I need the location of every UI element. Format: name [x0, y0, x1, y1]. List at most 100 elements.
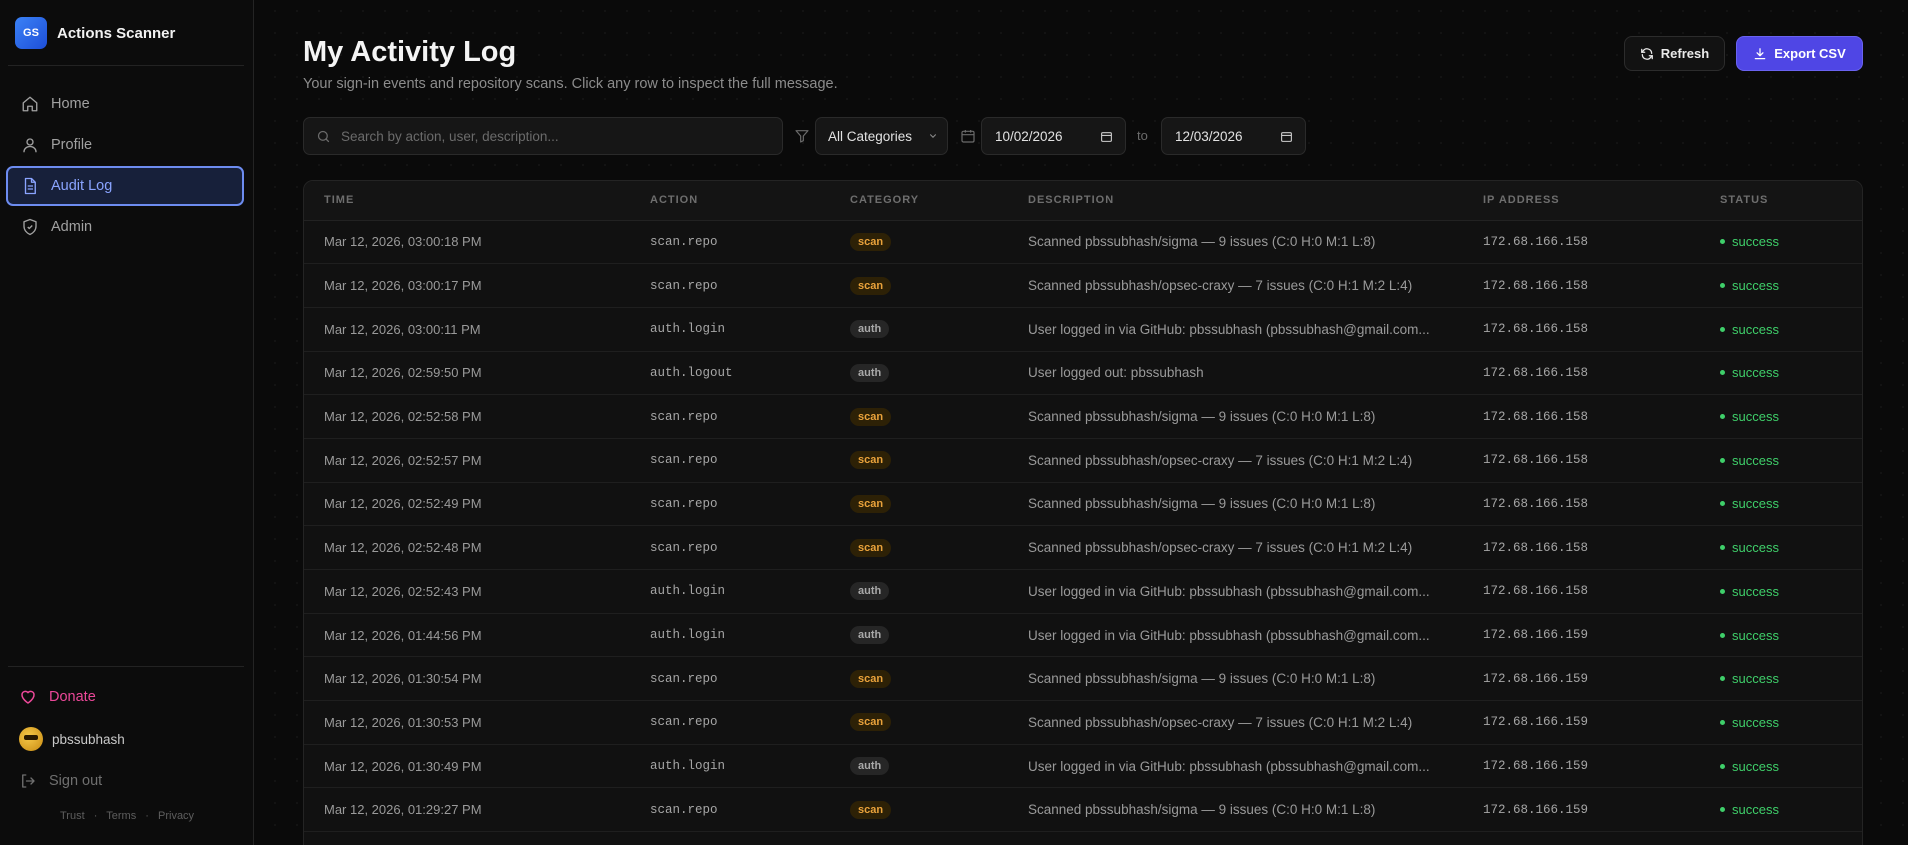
cell-category: scan: [830, 220, 1008, 264]
cell-time: Mar 12, 2026, 03:00:18 PM: [324, 234, 482, 250]
privacy-link[interactable]: Privacy: [158, 810, 194, 822]
shield-icon: [23, 218, 37, 236]
table-row[interactable]: Mar 12, 2026, 03:00:18 PM scan.repo scan Sc…: [304, 220, 1862, 264]
table-row[interactable]: Mar 12, 2026, 02:52:57 PM scan.repo scan Sc…: [304, 438, 1862, 483]
column-header-description[interactable]: DESCRIPTION: [1008, 181, 1463, 221]
cell-time: Mar 12, 2026, 02:59:50 PM: [324, 365, 482, 381]
column-header-category[interactable]: CATEGORY: [830, 181, 1008, 221]
user-profile[interactable]: pbssubhash: [6, 718, 244, 760]
cell-action: scan.repo: [650, 234, 718, 249]
cell-ip-address: 172.68.166.158: [1483, 322, 1589, 337]
column-header-status[interactable]: STATUS: [1700, 181, 1862, 221]
export-csv-button[interactable]: Export CSV: [1736, 36, 1863, 71]
chevron-down-icon: [929, 134, 937, 138]
app-name: Actions Scanner: [57, 24, 176, 42]
table-row[interactable]: Mar 12, 2026, 03:00:17 PM scan.repo scan Sc…: [304, 264, 1862, 308]
terms-link[interactable]: Terms: [106, 810, 136, 822]
status-badge: success: [1720, 584, 1779, 599]
cell-time: Mar 12, 2026, 01:29:27 PM: [324, 802, 482, 818]
cell-ip-address: 172.68.166.158: [1483, 234, 1589, 249]
cell-action: auth.logout: [650, 365, 733, 380]
cell-time: Mar 12, 2026, 03:00:17 PM: [324, 278, 482, 294]
search-input[interactable]: [341, 128, 761, 144]
status-badge: success: [1720, 409, 1779, 424]
cell-category: scan: [830, 701, 1008, 745]
search-box[interactable]: [303, 117, 783, 155]
cell-category: auth: [830, 613, 1008, 657]
column-header-action[interactable]: ACTION: [630, 181, 830, 221]
column-header-ip-address[interactable]: IP ADDRESS: [1463, 181, 1700, 221]
date-range-to-label: to: [1137, 128, 1148, 143]
category-select[interactable]: All Categories: [815, 117, 948, 155]
table-row[interactable]: Mar 12, 2026, 01:30:54 PM scan.repo scan Sc…: [304, 657, 1862, 701]
cell-category: scan: [830, 438, 1008, 482]
cell-category: scan: [830, 395, 1008, 439]
status-badge: success: [1720, 715, 1779, 730]
category-badge: scan: [850, 669, 892, 688]
cell-status: success: [1700, 526, 1862, 570]
calendar-picker-icon[interactable]: [1280, 130, 1293, 143]
cell-ip-address: 172.68.166.158: [1483, 409, 1589, 424]
cell-category: auth: [830, 570, 1008, 614]
column-header-time[interactable]: TIME: [304, 181, 630, 221]
table-row[interactable]: Mar 12, 2026, 01:29:27 PM scan.repo scan Sc…: [304, 788, 1862, 832]
cell-category: scan: [830, 657, 1008, 701]
cell-action: auth.login: [650, 584, 726, 599]
cell-time: Mar 12, 2026, 02:52:58 PM: [324, 409, 482, 425]
status-badge: success: [1720, 278, 1779, 293]
status-badge: success: [1720, 628, 1779, 643]
footer-separator: ·: [145, 810, 149, 822]
refresh-button[interactable]: Refresh: [1624, 36, 1725, 71]
category-selected: All Categories: [828, 128, 913, 144]
sign-out-button[interactable]: Sign out: [6, 760, 244, 802]
cell-time: Mar 12, 2026, 02:52:48 PM: [324, 540, 482, 556]
table-row[interactable]: Mar 12, 2026, 03:00:11 PM auth.login auth U…: [304, 307, 1862, 352]
sidebar-nav: Home Profile Audit Log Admin: [6, 84, 244, 248]
cell-status: success: [1700, 657, 1862, 701]
refresh-icon: [1640, 47, 1653, 60]
trust-link[interactable]: Trust: [60, 810, 85, 822]
sidebar-item-home[interactable]: Home: [6, 84, 244, 124]
sidebar-item-audit-log[interactable]: Audit Log: [6, 166, 244, 206]
status-badge: success: [1720, 759, 1779, 774]
status-badge: success: [1720, 453, 1779, 468]
cell-time: Mar 12, 2026, 03:00:11 PM: [324, 321, 481, 337]
cell-category: scan: [830, 526, 1008, 570]
page-title: My Activity Log: [303, 36, 517, 68]
cell-category: auth: [830, 351, 1008, 395]
cell-action: scan.repo: [650, 802, 718, 817]
cell-ip-address: 172.68.166.158: [1483, 496, 1589, 511]
category-badge: scan: [850, 800, 892, 819]
table-row[interactable]: Mar 12, 2026, 01:30:49 PM auth.login auth U…: [304, 744, 1862, 788]
sidebar-item-admin[interactable]: Admin: [6, 207, 244, 247]
date-from-input[interactable]: 10/02/2026: [981, 117, 1126, 155]
donate-link[interactable]: Donate: [6, 676, 244, 718]
table-row[interactable]: Mar 12, 2026, 02:52:48 PM scan.repo scan Sc…: [304, 526, 1862, 570]
cell-action: scan.repo: [650, 540, 718, 555]
cell-status: success: [1700, 570, 1862, 614]
table-row[interactable]: Mar 12, 2026, 02:52:58 PM scan.repo scan Sc…: [304, 395, 1862, 439]
category-badge: scan: [850, 538, 892, 557]
cell-description: User logged in via GitHub: pbssubhash (p…: [1028, 321, 1430, 337]
user-icon: [23, 138, 37, 153]
footer-separator: ·: [93, 810, 98, 822]
cell-category: scan: [830, 482, 1008, 526]
table-row[interactable]: Mar 12, 2026, 01:30:53 PM scan.repo scan Sc…: [304, 701, 1862, 745]
cell-status: success: [1700, 482, 1862, 526]
cell-time: Mar 12, 2026, 01:30:54 PM: [324, 671, 482, 687]
cell-description: User logged in via GitHub: pbssubhash (p…: [1028, 583, 1430, 599]
footer-links: Trust · Terms · Privacy: [60, 810, 200, 822]
brand[interactable]: GS Actions Scanner: [15, 17, 175, 49]
sidebar-item-profile[interactable]: Profile: [6, 125, 244, 165]
document-icon: [24, 177, 36, 195]
calendar-picker-icon[interactable]: [1100, 130, 1113, 143]
cell-action: auth.login: [650, 322, 726, 337]
cell-ip-address: 172.68.166.159: [1483, 802, 1589, 817]
table-row[interactable]: Mar 12, 2026, 02:52:49 PM scan.repo scan Sc…: [304, 482, 1862, 526]
cell-category: scan: [830, 788, 1008, 832]
table-row[interactable]: Mar 12, 2026, 01:44:56 PM auth.login auth U…: [304, 613, 1862, 657]
table-row[interactable]: Mar 12, 2026, 02:52:43 PM auth.login auth U…: [304, 570, 1862, 614]
table-row[interactable]: Mar 12, 2026, 02:59:50 PM auth.logout auth…: [304, 351, 1862, 395]
cell-status: success: [1700, 395, 1862, 439]
date-to-input[interactable]: 12/03/2026: [1161, 117, 1306, 155]
